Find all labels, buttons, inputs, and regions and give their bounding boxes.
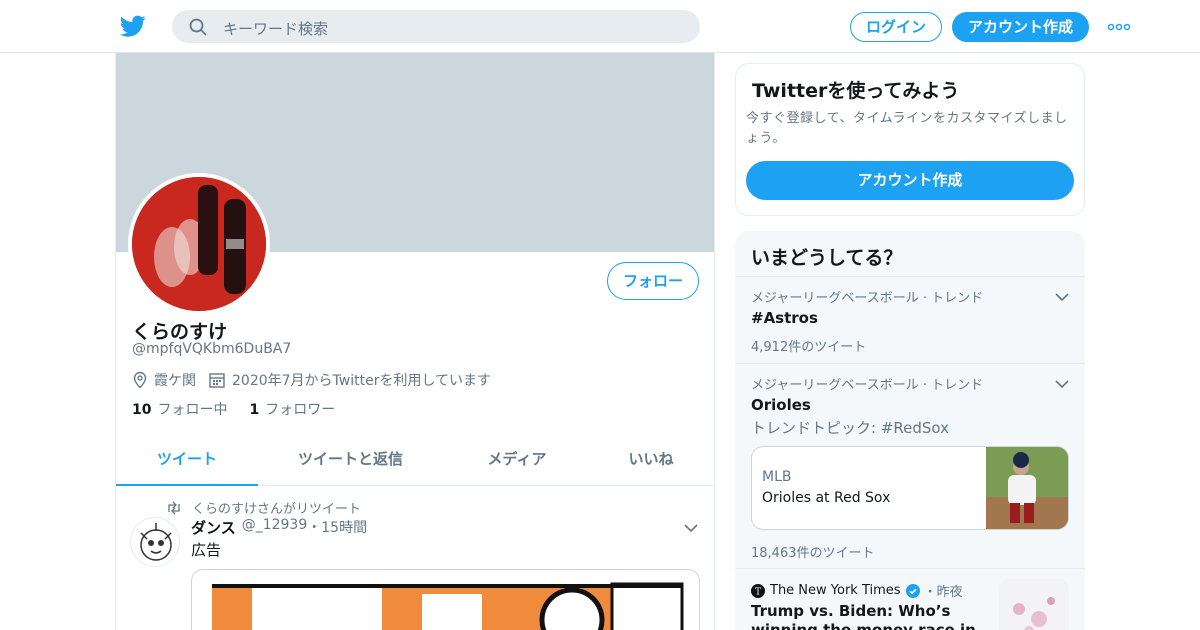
following-label: フォロー中 (157, 402, 228, 418)
tweet-header: ダンス @_12939 ・15時間 (191, 517, 367, 538)
retweet-text: くらのすけさんがリツイート (192, 502, 362, 517)
news-thumbnail (999, 579, 1069, 630)
profile-column: フォロー くらのすけ @mpfqVQKbm6DuBA7 霞ケ関 2020年7月か… (115, 53, 715, 630)
signup-box-text: 今すぐ登録して、タイムラインをカスタマイズしましょう。 (746, 111, 1068, 146)
news-time: ・昨夜 (923, 585, 963, 600)
followers-link[interactable]: 1 フォロワー (249, 399, 335, 419)
trend-context: メジャーリーグベースボール · トレンド (751, 378, 984, 393)
news-source: T The New York Times ・昨夜 (751, 581, 963, 600)
retweet-context: くらのすけさんがリツイート (166, 498, 361, 517)
retweet-icon (168, 501, 180, 514)
trend-card-image (986, 447, 1068, 529)
tweet-author-handle[interactable]: @_12939 (242, 517, 308, 538)
trend-topic: トレンドトピック: #RedSox (751, 419, 950, 437)
trend-count: 18,463件のツイート (751, 546, 875, 561)
trend-card[interactable]: MLB Orioles at Red Sox (751, 446, 1069, 530)
follow-button[interactable]: フォロー (607, 262, 699, 300)
tweet-time[interactable]: ・15時間 (307, 517, 367, 538)
tweet-media-card[interactable] (191, 569, 700, 630)
profile-avatar[interactable] (128, 173, 270, 315)
tweet-text: 広告 (191, 541, 222, 559)
verified-badge-icon (905, 583, 920, 598)
author-avatar-image (140, 523, 172, 561)
news-item[interactable]: T The New York Times ・昨夜 Trump vs. Biden… (735, 568, 1085, 630)
profile-counts: 10 フォロー中 1 フォロワー (132, 399, 357, 419)
search-input[interactable]: キーワード検索 (223, 18, 328, 39)
top-bar: キーワード検索 ログイン アカウント作成 (0, 0, 1200, 53)
chevron-down-icon[interactable] (1055, 379, 1069, 389)
profile-meta: 霞ケ関 2020年7月からTwitterを利用しています (132, 369, 491, 391)
news-source-name: The New York Times (770, 583, 901, 598)
nyt-logo-icon: T (751, 583, 765, 598)
twitter-logo-icon[interactable] (120, 13, 146, 39)
followers-label: フォロワー (265, 402, 336, 418)
trend-card-title: Orioles at Red Sox (762, 490, 891, 506)
signup-box-button[interactable]: アカウント作成 (746, 161, 1074, 200)
tab-media[interactable]: メディア (443, 438, 591, 486)
profile-location: 霞ケ関 (154, 373, 196, 389)
calendar-icon (209, 373, 225, 388)
trends-title: いまどうしてる？ (751, 247, 903, 269)
trend-context: メジャーリーグベースボール · トレンド (751, 291, 984, 306)
signup-box: Twitterを使ってみよう 今すぐ登録して、タイムラインをカスタマイズしましょ… (735, 63, 1085, 216)
followers-count: 1 (249, 402, 260, 418)
tab-likes[interactable]: いいね (591, 438, 711, 486)
ad-image (212, 582, 684, 630)
tweet-item[interactable]: くらのすけさんがリツイート ダンス @_12939 ・15時間 広告 (116, 487, 714, 630)
avatar-image (132, 177, 266, 311)
profile-handle: @mpfqVQKbm6DuBA7 (132, 341, 292, 357)
tweet-author-avatar[interactable] (130, 517, 180, 567)
profile-tabs: ツイート ツイートと返信 メディア いいね (116, 438, 714, 486)
signup-box-title: Twitterを使ってみよう (752, 80, 960, 102)
tweet-author-name[interactable]: ダンス (191, 517, 236, 538)
svg-text:T: T (755, 587, 761, 597)
trend-count: 4,912件のツイート (751, 340, 867, 355)
more-icon[interactable] (1107, 23, 1131, 31)
trend-card-source: MLB (762, 469, 792, 485)
login-button[interactable]: ログイン (850, 12, 942, 42)
location-icon (133, 371, 147, 389)
profile-name: くらのすけ (132, 321, 228, 343)
news-headline: Trump vs. Biden: Who’s winning the money… (751, 602, 976, 630)
tab-tweets-replies[interactable]: ツイートと返信 (258, 438, 443, 486)
search-box[interactable]: キーワード検索 (172, 10, 700, 43)
following-link[interactable]: 10 フォロー中 (132, 399, 227, 419)
signup-button[interactable]: アカウント作成 (952, 12, 1089, 42)
chevron-down-icon[interactable] (684, 523, 698, 533)
trend-item[interactable]: メジャーリーグベースボール · トレンド Orioles トレンドトピック: #… (735, 363, 1085, 568)
trends-box: いまどうしてる？ メジャーリーグベースボール · トレンド #Astros 4,… (735, 231, 1085, 630)
tab-tweets[interactable]: ツイート (116, 438, 258, 486)
trend-item[interactable]: メジャーリーグベースボール · トレンド #Astros 4,912件のツイート (735, 276, 1085, 363)
search-icon (189, 18, 207, 36)
chevron-down-icon[interactable] (1055, 292, 1069, 302)
trend-name: #Astros (751, 309, 818, 327)
trend-name: Orioles (751, 396, 811, 414)
profile-joined: 2020年7月からTwitterを利用しています (232, 373, 492, 389)
following-count: 10 (132, 402, 152, 418)
